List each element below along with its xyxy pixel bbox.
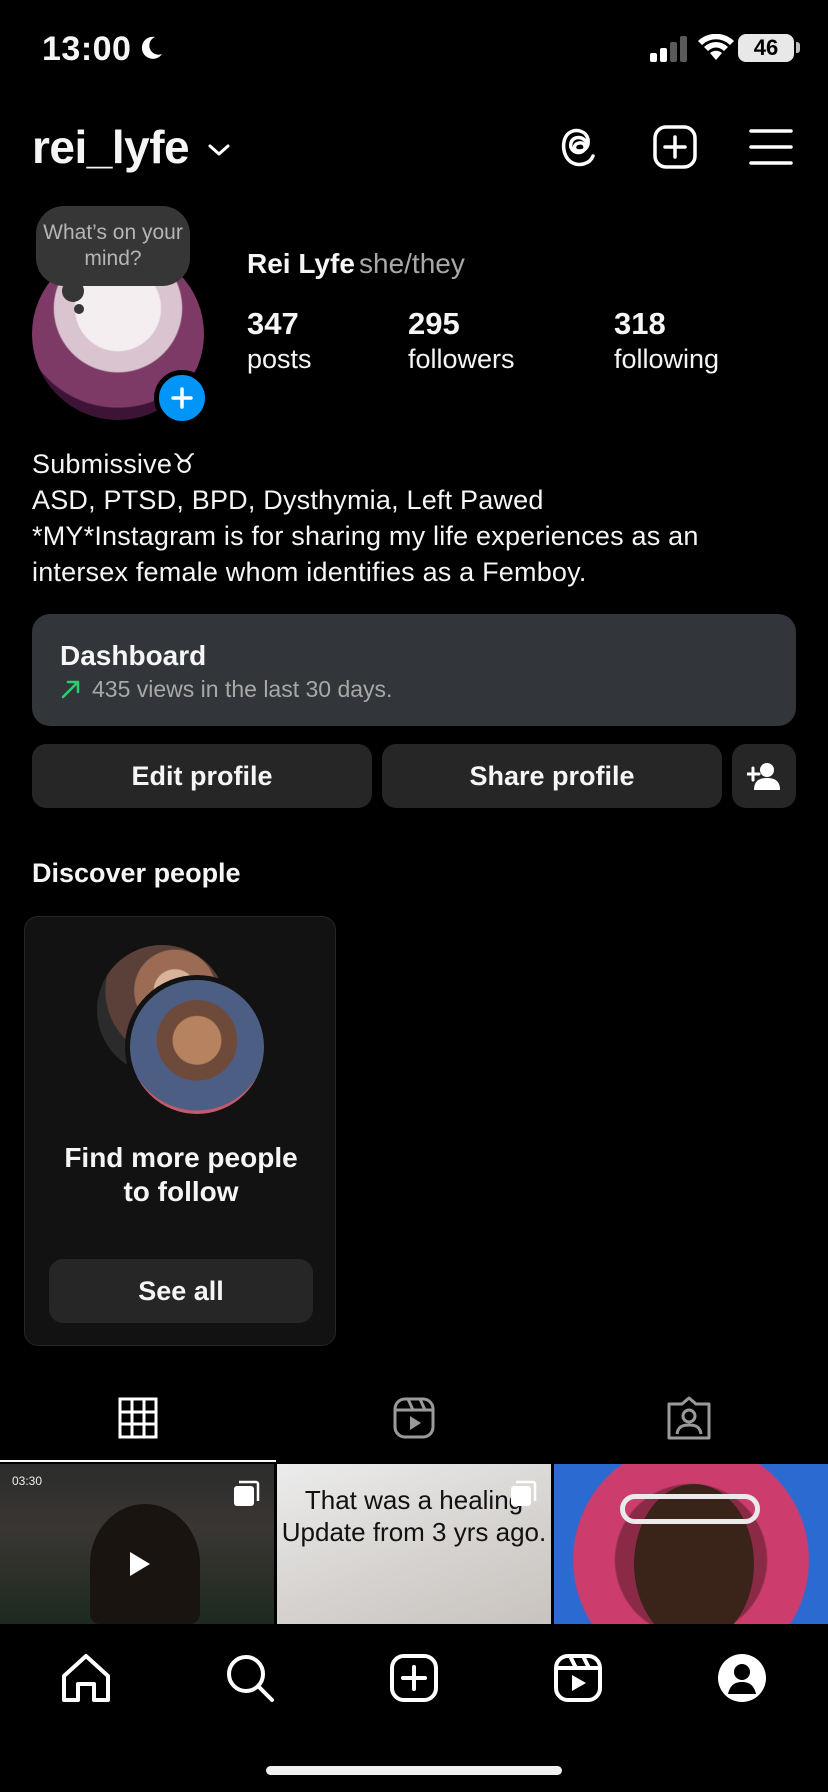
discover-card-title-text: Find more people to follow [64, 1142, 298, 1207]
bio-line: *MY*Instagram is for sharing my life exp… [32, 521, 699, 551]
reels-icon[interactable] [550, 1650, 606, 1706]
active-tab-indicator [0, 1460, 276, 1462]
posts-label[interactable]: posts [247, 344, 312, 375]
carousel-icon [511, 1480, 537, 1506]
battery-indicator: 46 [738, 34, 794, 62]
tagged-icon [667, 1396, 711, 1440]
discover-card-title: Find more people to follow [25, 1141, 337, 1209]
grid-icon [118, 1397, 158, 1439]
status-time: 13:00 [42, 30, 132, 68]
home-indicator[interactable] [266, 1766, 562, 1775]
battery-nub [796, 42, 800, 53]
following-label[interactable]: following [614, 344, 719, 375]
tab-reels[interactable] [276, 1390, 552, 1462]
edit-profile-button[interactable]: Edit profile [32, 744, 372, 808]
dashboard-title: Dashboard [60, 640, 207, 671]
bio-line: Submissive♉ [32, 449, 197, 479]
home-icon[interactable] [58, 1650, 114, 1706]
carousel-icon [234, 1480, 260, 1506]
share-profile-button[interactable]: Share profile [382, 744, 722, 808]
discover-card: Find more people to follow See all [24, 916, 336, 1346]
post-thumbnail[interactable] [554, 1464, 828, 1624]
pronouns: she/they [359, 248, 465, 279]
moon-icon [141, 36, 162, 59]
thumbnail-status-time: 03:30 [12, 1474, 43, 1488]
thumbnail-glasses [620, 1494, 760, 1524]
discover-people-title: Discover people [32, 858, 241, 888]
signal-icon [650, 36, 687, 62]
discover-people-button[interactable] [732, 744, 796, 808]
note-bubble[interactable]: What’s on your mind? [36, 206, 190, 286]
following-count[interactable]: 318 [614, 306, 666, 342]
add-story-button[interactable] [154, 370, 210, 426]
tab-tagged[interactable] [552, 1390, 828, 1462]
threads-icon[interactable] [556, 124, 602, 170]
add-post-icon[interactable] [652, 124, 698, 170]
search-icon[interactable] [222, 1650, 278, 1706]
professional-dashboard[interactable]: Dashboard 435 views in the last 30 days. [32, 614, 796, 726]
full-name: Rei Lyfe [247, 248, 355, 279]
note-bubble-tail [62, 280, 84, 302]
play-icon [130, 1552, 150, 1576]
tab-posts-grid[interactable] [0, 1390, 276, 1462]
posts-count[interactable]: 347 [247, 306, 299, 342]
post-thumbnail[interactable]: 03:30 [0, 1464, 274, 1624]
see-all-button[interactable]: See all [49, 1259, 313, 1323]
suggested-person-avatar [125, 975, 269, 1119]
post-thumbnail[interactable]: That was a healing Update from 3 yrs ago… [277, 1464, 551, 1624]
status-bar: 13:00 46 [0, 0, 828, 100]
followers-count[interactable]: 295 [408, 306, 460, 342]
bio-line: intersex female whom identifies as a Fem… [32, 557, 587, 587]
trend-up-icon [61, 680, 80, 699]
add-person-icon [747, 763, 780, 790]
reels-icon [393, 1397, 435, 1439]
wifi-icon [698, 34, 734, 60]
menu-icon[interactable] [748, 126, 794, 168]
bio: Submissive♉ ASD, PTSD, BPD, Dysthymia, L… [32, 446, 802, 590]
profile-header: rei_lyfe [0, 110, 828, 180]
dashboard-subtitle: 435 views in the last 30 days. [92, 676, 393, 702]
profile-avatar-icon[interactable] [714, 1650, 770, 1706]
note-bubble-tail-small [74, 304, 84, 314]
username-switcher[interactable]: rei_lyfe [32, 120, 190, 174]
bio-line: ASD, PTSD, BPD, Dysthymia, Left Pawed [32, 485, 544, 515]
plus-icon [171, 387, 193, 409]
create-post-icon[interactable] [386, 1650, 442, 1706]
followers-label[interactable]: followers [408, 344, 515, 375]
chevron-down-icon[interactable] [206, 140, 232, 160]
